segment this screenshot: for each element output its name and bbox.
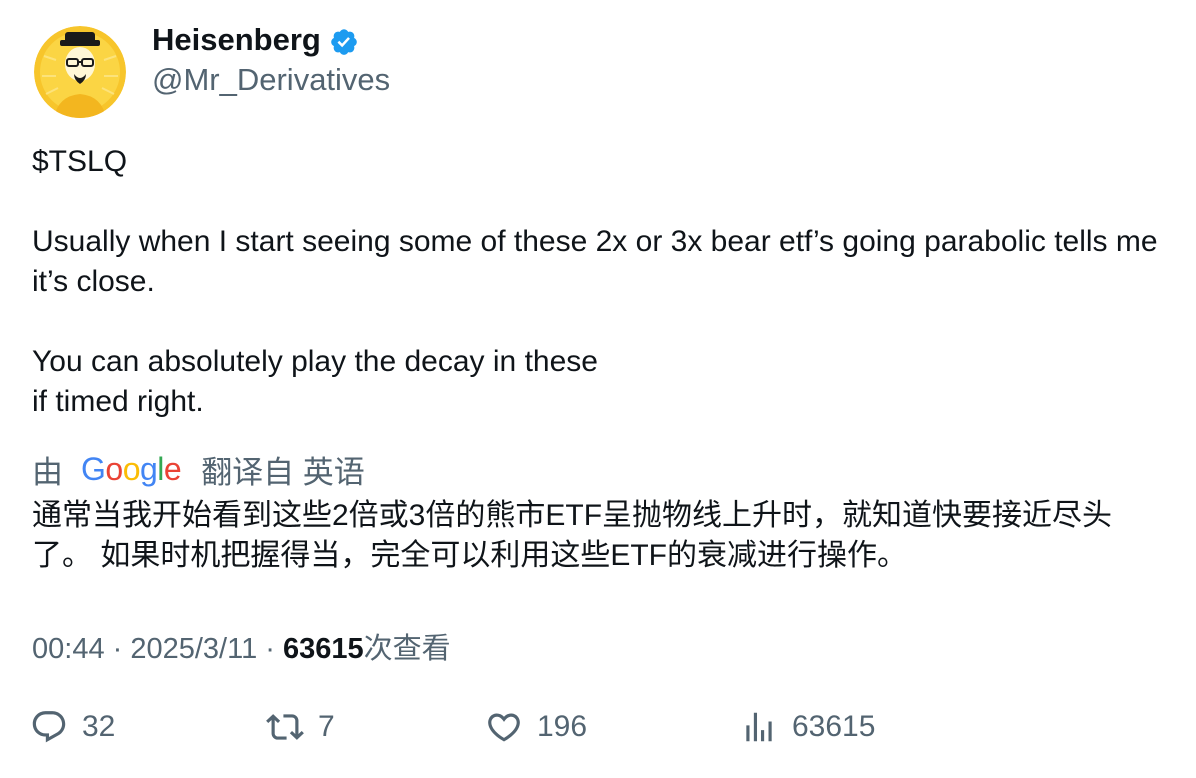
reply-icon	[32, 711, 66, 743]
retweet-count: 7	[318, 710, 335, 743]
views-count: 63615	[283, 633, 364, 665]
reply-count: 32	[82, 710, 116, 743]
action-bar: 32 7 196 63615	[0, 708, 1196, 758]
translation-attribution: 由 Google 翻译自 英语	[32, 447, 365, 492]
avatar[interactable]	[34, 26, 126, 118]
tweet-text: $TSLQ Usually when I start seeing some o…	[32, 142, 1162, 422]
tweet-line-decay: You can absolutely play the decay in the…	[32, 345, 598, 378]
tweet-line-body: Usually when I start seeing some of thes…	[32, 225, 1158, 298]
translated-from-link[interactable]: 翻译自 英语	[201, 447, 365, 492]
like-button[interactable]: 196	[485, 708, 587, 746]
translated-by-label: 由	[32, 455, 63, 490]
bar-chart-icon	[746, 712, 772, 742]
google-logo: Google	[81, 451, 182, 487]
heart-icon	[488, 713, 520, 742]
tweet-date[interactable]: 2025/3/11	[130, 633, 257, 665]
tweet-line-timing: if timed right.	[32, 385, 204, 418]
tweet-time[interactable]: 00:44	[32, 633, 105, 665]
views-action-count: 63615	[792, 710, 876, 743]
meta-separator-2: ·	[257, 633, 284, 665]
reply-button[interactable]: 32	[30, 708, 115, 746]
retweet-button[interactable]: 7	[266, 708, 335, 746]
author-display-name[interactable]: Heisenberg	[152, 22, 321, 58]
views-label: 次查看	[363, 633, 451, 665]
author-handle[interactable]: @Mr_Derivatives	[152, 62, 390, 98]
meta-separator: ·	[104, 633, 131, 665]
tweet-line-ticker: $TSLQ	[32, 145, 128, 178]
verified-badge-icon[interactable]	[329, 27, 359, 57]
retweet-icon	[266, 714, 304, 740]
like-count: 196	[537, 710, 588, 743]
heisenberg-avatar-icon	[34, 26, 126, 118]
views-button[interactable]: 63615	[740, 708, 875, 746]
tweet: Heisenberg @Mr_Derivatives $TSLQ Usually…	[0, 0, 1196, 778]
tweet-meta: 00:44 · 2025/3/11 · 63615次查看	[32, 625, 451, 667]
author-name-row: Heisenberg	[152, 22, 359, 58]
translated-text: 通常当我开始看到这些2倍或3倍的熊市ETF呈抛物线上升时，就知道快要接近尽头了。…	[32, 499, 1113, 572]
